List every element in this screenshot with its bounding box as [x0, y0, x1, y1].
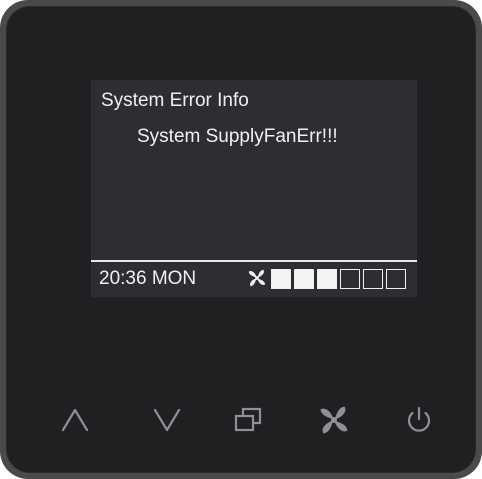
mode-windows-icon	[234, 407, 262, 432]
display-divider	[91, 260, 417, 262]
fan-speed-segment	[317, 269, 337, 289]
fan-icon	[320, 406, 348, 434]
fan-icon	[248, 269, 266, 287]
power-button[interactable]	[401, 402, 437, 438]
chevron-down-icon	[153, 408, 181, 432]
chevron-up-icon	[61, 408, 89, 432]
mode-button[interactable]	[230, 402, 266, 438]
control-panel: System Error Info System SupplyFanErr!!!…	[6, 6, 476, 473]
fan-button[interactable]	[316, 402, 352, 438]
fan-speed-segment	[386, 269, 406, 289]
error-message: System SupplyFanErr!!!	[137, 126, 338, 147]
time-day: 20:36 MON	[99, 268, 197, 289]
error-title: System Error Info	[101, 90, 249, 111]
fan-speed-segment	[363, 269, 383, 289]
fan-speed-bar	[271, 269, 406, 289]
down-button[interactable]	[149, 402, 185, 438]
thermostat-bezel: System Error Info System SupplyFanErr!!!…	[0, 0, 482, 479]
power-icon	[407, 406, 431, 432]
fan-speed-segment	[294, 269, 314, 289]
fan-speed-segment	[340, 269, 360, 289]
fan-speed-segment	[271, 269, 291, 289]
lcd-display: System Error Info System SupplyFanErr!!!…	[91, 80, 417, 297]
up-button[interactable]	[57, 402, 93, 438]
